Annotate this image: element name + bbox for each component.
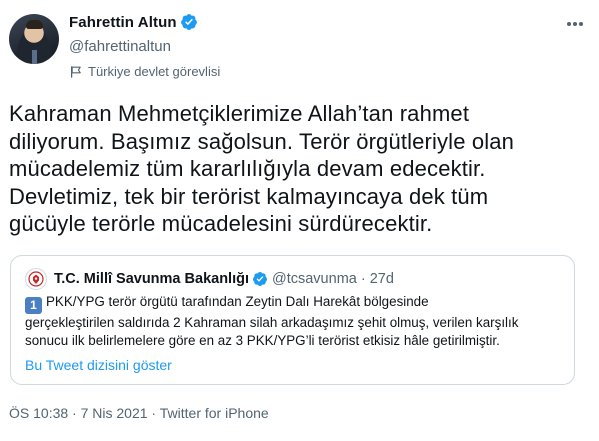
quoted-author-avatar — [25, 268, 47, 290]
government-flag-icon — [71, 65, 81, 78]
author-name-row: Fahrettin Altun — [69, 13, 198, 31]
keycap-1-icon: 1 — [25, 297, 42, 314]
footer-separator: · — [147, 405, 160, 421]
quoted-author-handle[interactable]: @tcsavunma — [272, 271, 357, 287]
tweet: Fahrettin Altun @fahrettinaltun Türkiye … — [0, 0, 599, 441]
tweet-text: Kahraman Mehmetçiklerimize Allah’tan rah… — [9, 100, 584, 238]
account-label: Türkiye devlet görevlisi — [69, 64, 220, 79]
ministry-emblem-icon — [28, 271, 44, 287]
quoted-tweet-line: sonucu ilk belirlemelere göre en az 3 PK… — [25, 333, 500, 349]
tweet-text-line: Kahraman Mehmetçiklerimize Allah’tan rah… — [9, 101, 470, 126]
quoted-tweet-age[interactable]: 27d — [370, 271, 394, 287]
tweet-text-line: gücüyle terörle mücadelesini sürdürecekt… — [9, 211, 433, 237]
more-icon[interactable] — [565, 14, 585, 34]
tweet-time[interactable]: ÖS 10:38 — [9, 405, 68, 421]
author-name[interactable]: Fahrettin Altun — [69, 14, 177, 31]
quoted-author-name[interactable]: T.C. Millî Savunma Bakanlığı — [54, 271, 249, 287]
account-label-text: Türkiye devlet görevlisi — [88, 64, 221, 79]
show-thread-link[interactable]: Bu Tweet dizisini göster — [25, 357, 172, 373]
quoted-tweet-text: 1 PKK/YPG terör örgütü tarafından Zeytin … — [25, 293, 565, 351]
footer-separator: · — [68, 405, 81, 421]
tweet-text-line: Devletimiz, tek bir terörist kalmayıncay… — [9, 183, 489, 209]
quoted-tweet-line: 1 PKK/YPG terör örgütü tarafından Zeytin … — [25, 293, 565, 314]
verified-badge-icon — [180, 14, 197, 30]
tweet-text-line: diliyorum. Başımız sağolsun. Terör örgüt… — [9, 128, 515, 154]
quoted-tweet-line-text: PKK/YPG terör örgütü tarafından Zeytin D… — [46, 294, 429, 309]
quoted-tweet-header: T.C. Millî Savunma Bakanlığı @tcsavunma … — [25, 268, 394, 290]
tweet-footer: ÖS 10:38 · 7 Nis 2021 · Twitter for iPho… — [9, 405, 269, 421]
quoted-tweet-line: gerçekleştirilen saldırıda 2 Kahraman si… — [25, 315, 519, 330]
verified-badge-icon — [252, 272, 267, 286]
tweet-text-line: mücadelemiz tüm kararlılığıyla devam ede… — [9, 156, 486, 182]
tweet-date[interactable]: 7 Nis 2021 — [81, 405, 148, 421]
author-avatar[interactable] — [9, 14, 59, 64]
author-handle[interactable]: @fahrettinaltun — [69, 38, 171, 55]
meta-separator: · — [360, 271, 366, 287]
tweet-source[interactable]: Twitter for iPhone — [160, 405, 269, 421]
quoted-tweet-card[interactable]: T.C. Millî Savunma Bakanlığı @tcsavunma … — [10, 255, 575, 385]
